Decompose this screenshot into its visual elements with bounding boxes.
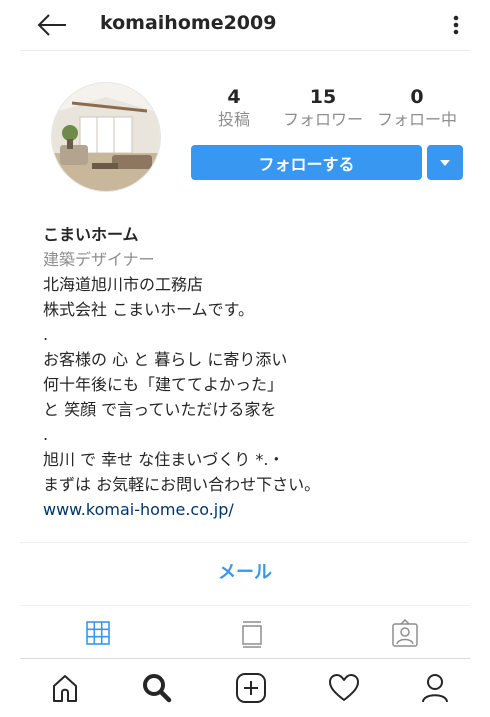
followers-label: フォロワー <box>283 110 364 129</box>
display-name: こまいホーム <box>43 225 139 244</box>
category-label: 建築デザイナー <box>43 250 155 269</box>
divider <box>20 605 470 606</box>
bio-line: お客様の 心 と 暮らし に寄り添い <box>43 350 288 369</box>
posts-count: 4 <box>227 86 241 108</box>
posts-label: 投稿 <box>218 110 251 129</box>
profile-bio: こまいホーム 建築デザイナー 北海道旭川市の工務店 株式会社 こまいホームです。… <box>43 222 453 522</box>
following-stat[interactable]: 0 フォロー中 <box>377 86 457 132</box>
add-post-icon[interactable] <box>234 671 268 705</box>
home-icon[interactable] <box>48 671 82 705</box>
feed-icon[interactable] <box>238 619 268 649</box>
profile-username: komaihome2009 <box>100 12 277 34</box>
following-count: 0 <box>410 86 424 108</box>
email-button[interactable]: メール <box>20 558 470 584</box>
bio-line: 株式会社 こまいホームです。 <box>43 300 255 319</box>
website-link[interactable]: www.komai-home.co.jp/ <box>43 497 453 522</box>
grid-icon[interactable] <box>84 619 114 649</box>
bio-line: . <box>43 325 49 344</box>
bio-line: と 笑顔 で言っていただける家を <box>43 400 277 419</box>
divider <box>20 542 470 543</box>
suggestions-dropdown-button[interactable] <box>427 145 463 180</box>
profile-screen: komaihome2009 4 投稿 15 フォロワー 0 フォロー中 フォロー… <box>20 0 470 717</box>
follow-button[interactable]: フォローする <box>191 145 422 180</box>
following-label: フォロー中 <box>377 110 458 129</box>
vertical-dots-icon[interactable] <box>448 10 464 40</box>
followers-stat[interactable]: 15 フォロワー <box>283 86 363 132</box>
search-icon[interactable] <box>140 671 174 705</box>
top-bar: komaihome2009 <box>20 0 470 51</box>
bio-line: 何十年後にも「建ててよかった」 <box>43 375 284 394</box>
content-tabs <box>20 613 470 657</box>
posts-stat[interactable]: 4 投稿 <box>218 86 250 132</box>
caret-down-icon <box>440 159 450 166</box>
bottom-navigation <box>20 658 470 717</box>
bio-line: . <box>43 425 49 444</box>
bio-line: 旭川 で 幸せ な住まいづくり *.・ <box>43 450 285 469</box>
bio-line: 北海道旭川市の工務店 <box>43 275 204 294</box>
profile-icon[interactable] <box>418 671 452 705</box>
followers-count: 15 <box>309 86 337 108</box>
bio-line: まずは お気軽にお問い合わせ下さい。 <box>43 475 321 494</box>
avatar[interactable] <box>51 82 161 192</box>
heart-icon[interactable] <box>327 671 361 705</box>
arrow-left-icon[interactable] <box>36 12 68 38</box>
tagged-icon[interactable] <box>390 618 420 649</box>
